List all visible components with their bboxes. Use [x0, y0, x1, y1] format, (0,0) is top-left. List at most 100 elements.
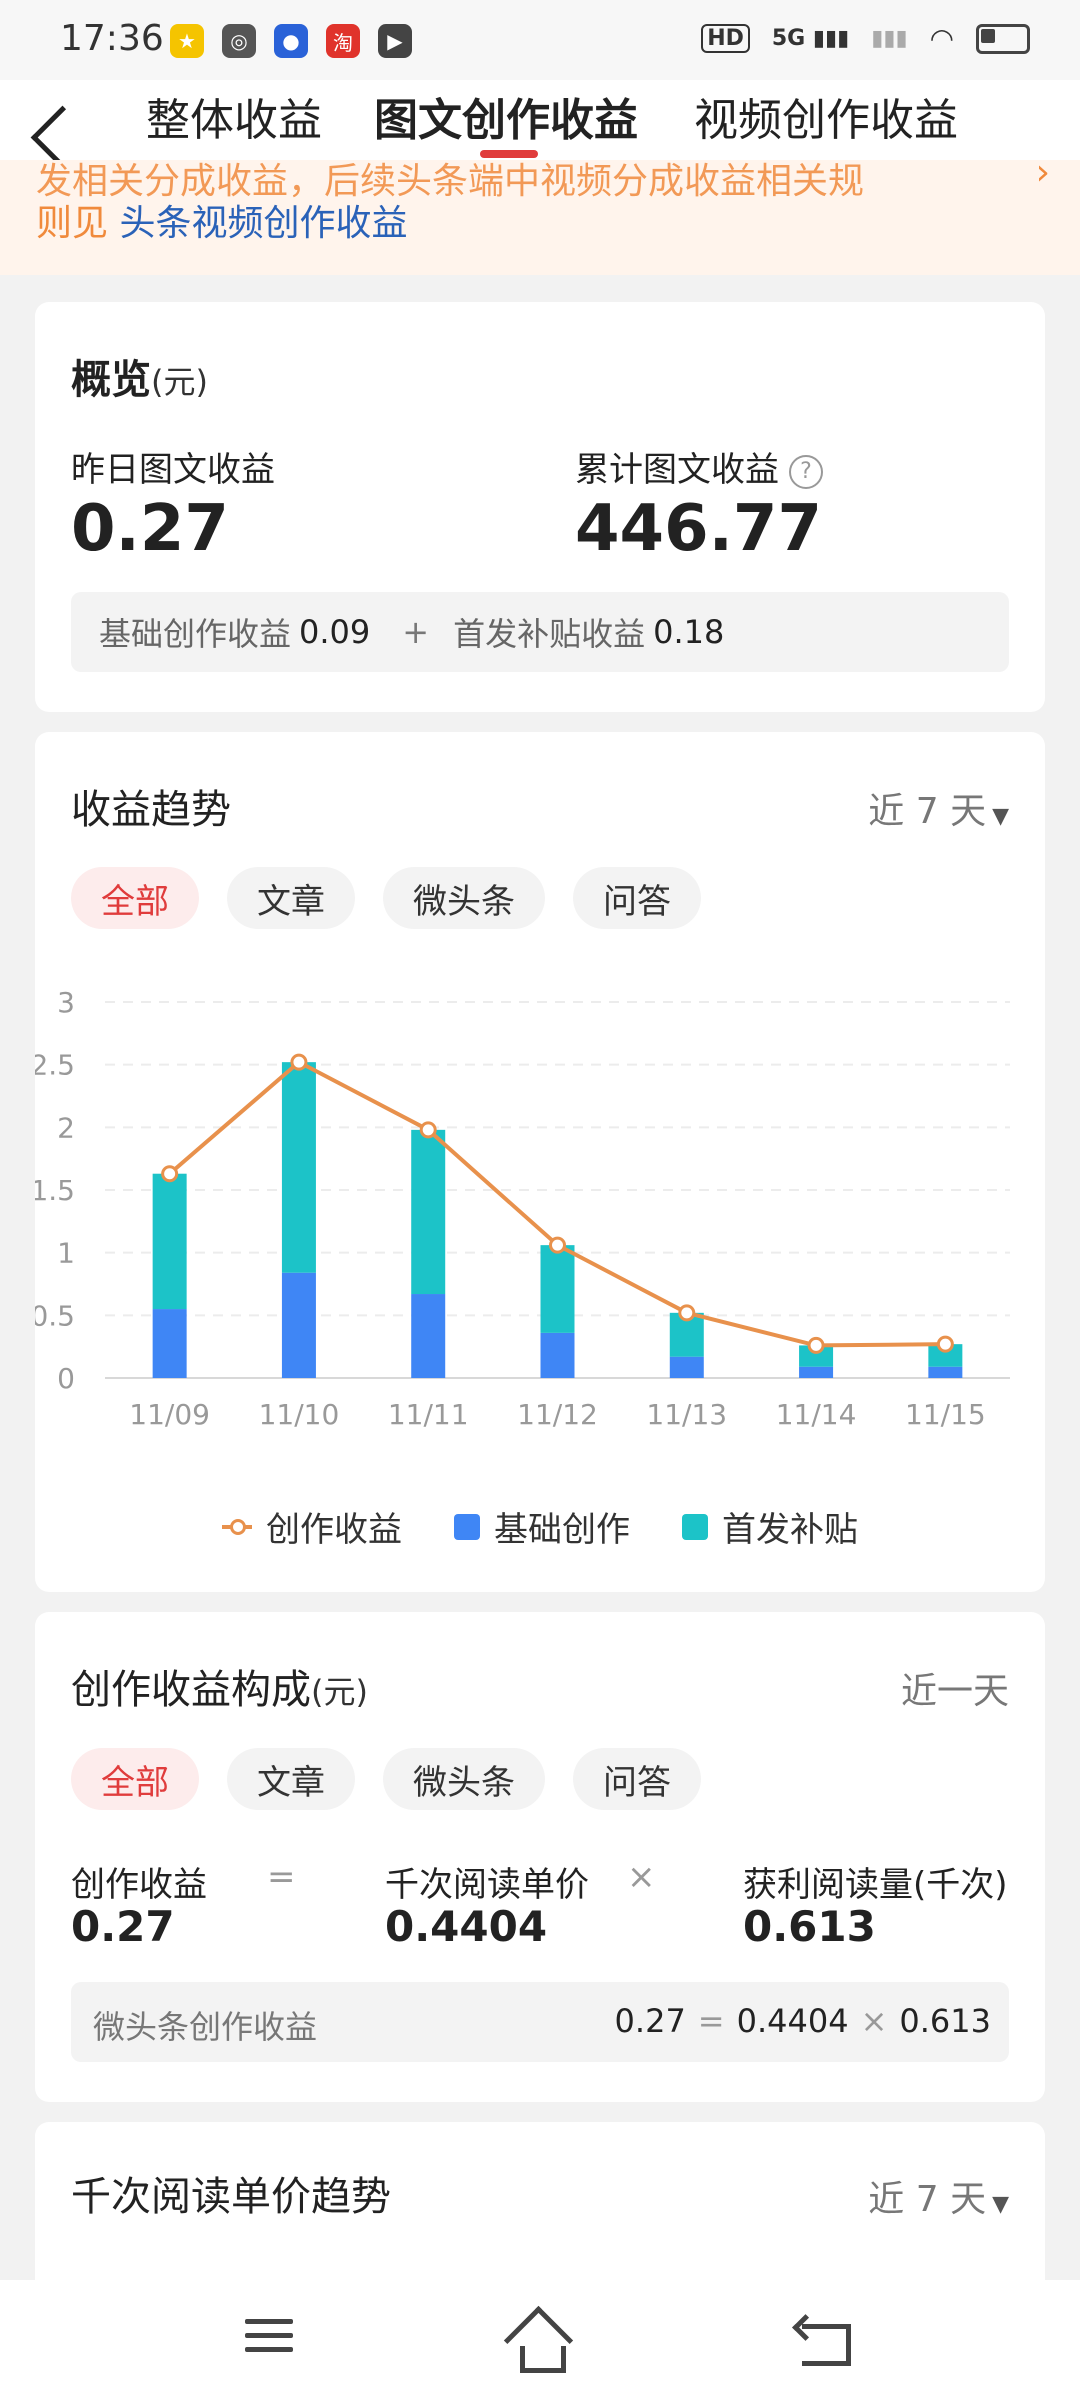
filter-qa[interactable]: 问答 — [573, 867, 701, 929]
bar-base-segment — [281, 1272, 316, 1378]
menu-icon[interactable] — [245, 2310, 315, 2380]
status-bar: 17:36 ★ ◎ ● 淘 ▶ HD 5G ▮▮▮ ▮▮▮ ◠ — [0, 0, 1080, 80]
x-tick-label: 11/15 — [905, 1398, 986, 1431]
legend-square-icon — [454, 1513, 480, 1540]
banner-text: 则见 头条视频创作收益 — [36, 194, 407, 246]
composition-title-text: 创作收益构成 — [71, 1667, 311, 1713]
overview-title-text: 概览 — [71, 357, 151, 403]
overview-title: 概览(元) — [71, 347, 208, 405]
x-tick-label: 11/12 — [517, 1398, 598, 1431]
price-trend-range-label: 近 7 天 — [868, 2179, 987, 2220]
filter-microheadline[interactable]: 微头条 — [383, 1748, 545, 1810]
bar-base-segment — [669, 1356, 704, 1378]
x-tick-label: 11/10 — [259, 1398, 340, 1431]
sub-earnings: 0.27 — [614, 2002, 686, 2040]
x-tick-label: 11/14 — [776, 1398, 857, 1431]
legend-line-icon — [222, 1518, 252, 1535]
signal-icon: 5G ▮▮▮ — [771, 26, 850, 51]
legend-item: 基础创作 — [454, 1502, 630, 1551]
equals-sign: = — [267, 1857, 296, 1897]
earnings-trend-chart: 0 0.5 1 1.5 2 2.5 3 11/09 11/10 11/11 11/12 11/13 11… — [35, 986, 1010, 1431]
filter-microheadline[interactable]: 微头条 — [383, 867, 545, 929]
legend-label: 创作收益 — [266, 1510, 402, 1550]
base-earnings-value: 0.09 — [299, 613, 371, 651]
microheadline-earnings-label: 微头条创作收益 — [93, 2008, 318, 2046]
caret-down-icon: ▼ — [992, 804, 1009, 829]
legend-square-icon — [682, 1513, 708, 1540]
battery-icon — [976, 23, 1030, 54]
wifi-icon: ◠ — [929, 22, 954, 55]
price-per-thousand-value: 0.4404 — [385, 1902, 548, 1951]
y-tick-label: 0.5 — [35, 1299, 75, 1332]
overview-unit: (元) — [151, 363, 208, 401]
times-sign: × — [627, 1857, 656, 1897]
y-tick-label: 1 — [57, 1237, 75, 1270]
app-notification-icon: ★ — [170, 24, 204, 58]
app-notification-icon: ◎ — [222, 24, 256, 58]
y-tick-label: 2.5 — [35, 1049, 75, 1082]
video-earnings-link[interactable]: 头条视频创作收益 — [119, 203, 407, 244]
bar-subsidy-segment — [152, 1173, 187, 1310]
subsidy-earnings-value: 0.18 — [653, 613, 725, 651]
banner-prefix: 则见 — [36, 203, 109, 244]
composition-range[interactable]: 近一天 — [901, 1662, 1009, 1714]
yesterday-earnings-label: 昨日图文收益 — [71, 450, 275, 490]
back-icon[interactable] — [796, 2310, 866, 2380]
line-point — [678, 1304, 696, 1322]
system-nav-bar — [0, 2280, 1080, 2408]
caret-down-icon: ▼ — [992, 2192, 1009, 2217]
baidu-icon: ● — [274, 24, 308, 58]
status-right: HD 5G ▮▮▮ ▮▮▮ ◠ — [701, 22, 1030, 55]
total-earnings-label-text: 累计图文收益 — [575, 450, 779, 490]
x-tick-label: 11/09 — [129, 1398, 210, 1431]
status-time: 17:36 — [60, 18, 164, 59]
notification-icons: ★ ◎ ● 淘 ▶ — [170, 24, 412, 58]
legend-item: 首发补贴 — [682, 1502, 858, 1551]
composition-title: 创作收益构成(元) — [71, 1657, 368, 1715]
line-point — [161, 1165, 179, 1183]
help-icon[interactable]: ? — [789, 454, 823, 489]
bar-base-segment — [799, 1366, 834, 1378]
trend-range-dropdown[interactable]: 近 7 天 ▼ — [868, 782, 1009, 834]
subsidy-earnings-label: 首发补贴收益 — [453, 615, 646, 653]
yesterday-earnings-value: 0.27 — [71, 492, 229, 566]
tab-article-earnings[interactable]: 图文创作收益 — [374, 84, 638, 148]
x-tick-label: 11/11 — [388, 1398, 469, 1431]
legend-label: 基础创作 — [494, 1510, 630, 1550]
price-per-thousand-label: 千次阅读单价 — [385, 1865, 589, 1905]
y-tick-label: 2 — [57, 1111, 75, 1144]
times-sign: × — [860, 2002, 888, 2040]
filter-qa[interactable]: 问答 — [573, 1748, 701, 1810]
line-point — [936, 1335, 954, 1353]
profitable-reads-value: 0.613 — [743, 1902, 876, 1951]
chart-legend: 创作收益 基础创作 首发补贴 — [35, 1502, 1045, 1551]
plus-sign: + — [402, 613, 430, 651]
network-type: 5G — [771, 26, 806, 51]
trend-filter-pills: 全部 文章 微头条 问答 — [71, 867, 701, 929]
line-point — [290, 1053, 308, 1071]
bar-base-segment — [928, 1366, 963, 1378]
filter-article[interactable]: 文章 — [227, 1748, 355, 1810]
price-trend-range-dropdown[interactable]: 近 7 天 ▼ — [868, 2170, 1009, 2222]
legend-label: 首发补贴 — [722, 1510, 858, 1550]
trend-title: 收益趋势 — [71, 787, 231, 833]
tab-video-earnings[interactable]: 视频创作收益 — [694, 84, 958, 148]
filter-all[interactable]: 全部 — [71, 867, 199, 929]
total-earnings-value: 446.77 — [575, 492, 822, 566]
bar-subsidy-segment — [540, 1245, 575, 1333]
legend-item: 创作收益 — [222, 1502, 402, 1551]
taobao-icon: 淘 — [326, 24, 360, 58]
tab-overall-earnings[interactable]: 整体收益 — [146, 84, 322, 148]
price-trend-title: 千次阅读单价趋势 — [71, 2174, 391, 2220]
microheadline-earnings-row: 微头条创作收益 0.27 = 0.4404 × 0.613 — [71, 1982, 1009, 2062]
filter-all[interactable]: 全部 — [71, 1748, 199, 1810]
microheadline-formula: 0.27 = 0.4404 × 0.613 — [615, 2002, 991, 2040]
earnings-breakdown: 基础创作收益 0.09 + 首发补贴收益 0.18 — [71, 592, 1009, 672]
base-earnings-label: 基础创作收益 — [99, 615, 292, 653]
total-earnings-label: 累计图文收益? — [575, 442, 823, 491]
chevron-right-icon[interactable]: › — [1036, 152, 1050, 193]
line-point — [807, 1336, 825, 1354]
filter-article[interactable]: 文章 — [227, 867, 355, 929]
equals-sign: = — [697, 2002, 725, 2040]
home-icon[interactable] — [506, 2310, 576, 2380]
